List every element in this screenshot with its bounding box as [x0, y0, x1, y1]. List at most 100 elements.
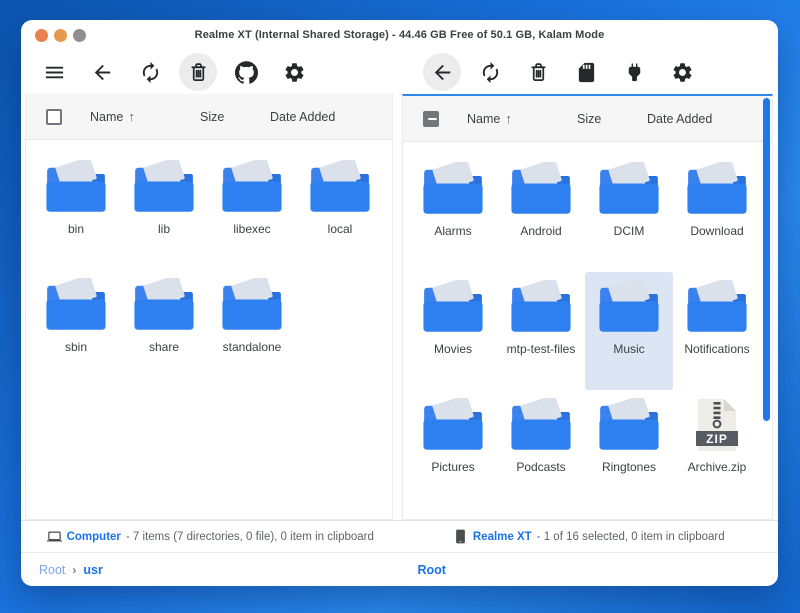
file-item[interactable]: Alarms	[409, 154, 497, 272]
storage-select-button[interactable]	[567, 53, 605, 91]
breadcrumb-bar: Root › usr Root	[21, 552, 778, 586]
power-plug-icon	[623, 61, 646, 84]
file-item[interactable]: local	[296, 152, 384, 270]
computer-link[interactable]: Computer	[67, 531, 121, 543]
toolbar-row	[21, 50, 778, 94]
file-item[interactable]: lib	[120, 152, 208, 270]
device-status: Realme XT - 1 of 16 selected, 0 item in …	[400, 529, 779, 544]
device-size-column-header[interactable]: Size	[577, 112, 647, 126]
breadcrumb-current-folder[interactable]: usr	[83, 563, 102, 577]
folder-icon	[43, 278, 109, 332]
hamburger-menu-icon	[43, 61, 66, 84]
svg-text:ZIP: ZIP	[706, 432, 728, 446]
local-toolbar	[35, 53, 313, 91]
folder-icon	[420, 398, 486, 452]
window-title: Realme XT (Internal Shared Storage) - 44…	[21, 20, 778, 50]
local-name-column-header[interactable]: Name ↑	[82, 109, 200, 124]
folder-icon	[131, 160, 197, 214]
smartphone-icon	[453, 529, 468, 544]
folder-icon	[131, 278, 197, 332]
device-date-column-header[interactable]: Date Added	[647, 112, 772, 126]
device-toolbar	[423, 53, 701, 91]
file-item[interactable]: Notifications	[673, 272, 761, 390]
folder-icon	[508, 162, 574, 216]
settings-gear-icon	[671, 61, 694, 84]
local-select-all-checkbox[interactable]	[46, 109, 62, 125]
file-item[interactable]: standalone	[208, 270, 296, 388]
local-breadcrumb: Root › usr	[21, 563, 400, 577]
folder-icon	[219, 160, 285, 214]
device-pane: Name ↑ Size Date Added Alarms Android DC…	[402, 94, 773, 520]
file-item[interactable]: Download	[673, 154, 761, 272]
device-back-button[interactable]	[423, 53, 461, 91]
local-files-grid: bin lib libexec local sbin share standal…	[26, 140, 392, 388]
file-item[interactable]: Android	[497, 154, 585, 272]
trash-icon	[527, 61, 550, 84]
file-item[interactable]: Movies	[409, 272, 497, 390]
device-settings-button[interactable]	[663, 53, 701, 91]
folder-icon	[508, 398, 574, 452]
local-date-column-header[interactable]: Date Added	[270, 110, 392, 124]
minimize-window-button[interactable]	[54, 29, 67, 42]
file-item[interactable]: bin	[32, 152, 120, 270]
title-bar: Realme XT (Internal Shared Storage) - 44…	[21, 20, 778, 50]
file-item[interactable]: ZIP Archive.zip	[673, 390, 761, 508]
folder-icon	[420, 280, 486, 334]
status-bar: Computer - 7 items (7 directories, 0 fil…	[21, 520, 778, 552]
device-select-all-checkbox[interactable]	[423, 111, 439, 127]
github-icon	[235, 61, 258, 84]
github-button[interactable]	[227, 53, 265, 91]
file-item[interactable]: Podcasts	[497, 390, 585, 508]
device-breadcrumb: Root	[400, 563, 779, 577]
local-settings-button[interactable]	[275, 53, 313, 91]
file-item[interactable]: share	[120, 270, 208, 388]
laptop-icon	[47, 529, 62, 544]
file-item[interactable]: Ringtones	[585, 390, 673, 508]
local-size-column-header[interactable]: Size	[200, 110, 270, 124]
local-back-button[interactable]	[83, 53, 121, 91]
back-arrow-icon	[91, 61, 114, 84]
device-link[interactable]: Realme XT	[473, 531, 532, 543]
sort-ascending-icon: ↑	[505, 111, 512, 126]
folder-icon	[596, 162, 662, 216]
file-item[interactable]: DCIM	[585, 154, 673, 272]
device-name-column-header[interactable]: Name ↑	[459, 111, 577, 126]
folder-icon	[684, 280, 750, 334]
folder-icon	[596, 280, 662, 334]
vertical-scrollbar[interactable]	[763, 98, 770, 421]
file-panes: Name ↑ Size Date Added bin lib libexec l…	[21, 94, 778, 520]
folder-icon	[508, 280, 574, 334]
close-window-button[interactable]	[35, 29, 48, 42]
settings-gear-icon	[283, 61, 306, 84]
hamburger-menu-button[interactable]	[35, 53, 73, 91]
sd-card-icon	[575, 61, 598, 84]
zoom-window-button[interactable]	[73, 29, 86, 42]
refresh-icon	[479, 61, 502, 84]
local-pane: Name ↑ Size Date Added bin lib libexec l…	[25, 94, 393, 520]
chevron-right-icon: ›	[72, 563, 76, 577]
file-item[interactable]: libexec	[208, 152, 296, 270]
device-delete-button[interactable]	[519, 53, 557, 91]
back-arrow-icon	[431, 61, 454, 84]
app-window: Realme XT (Internal Shared Storage) - 44…	[21, 20, 778, 586]
local-status: Computer - 7 items (7 directories, 0 fil…	[21, 529, 400, 544]
file-item[interactable]: mtp-test-files	[497, 272, 585, 390]
sort-ascending-icon: ↑	[128, 109, 135, 124]
folder-icon	[596, 398, 662, 452]
trash-icon	[187, 61, 210, 84]
folder-icon	[43, 160, 109, 214]
local-table-header: Name ↑ Size Date Added	[26, 94, 392, 140]
folder-icon	[684, 162, 750, 216]
local-delete-button[interactable]	[179, 53, 217, 91]
device-table-header: Name ↑ Size Date Added	[403, 96, 772, 142]
breadcrumb-root-link[interactable]: Root	[418, 563, 446, 577]
reconnect-device-button[interactable]	[615, 53, 653, 91]
file-item-selected[interactable]: Music	[585, 272, 673, 390]
file-item[interactable]: sbin	[32, 270, 120, 388]
device-files-grid: Alarms Android DCIM Download Movies mtp-…	[403, 142, 772, 508]
device-refresh-button[interactable]	[471, 53, 509, 91]
device-status-text: - 1 of 16 selected, 0 item in clipboard	[537, 531, 725, 543]
local-refresh-button[interactable]	[131, 53, 169, 91]
breadcrumb-root-link[interactable]: Root	[39, 563, 65, 577]
file-item[interactable]: Pictures	[409, 390, 497, 508]
